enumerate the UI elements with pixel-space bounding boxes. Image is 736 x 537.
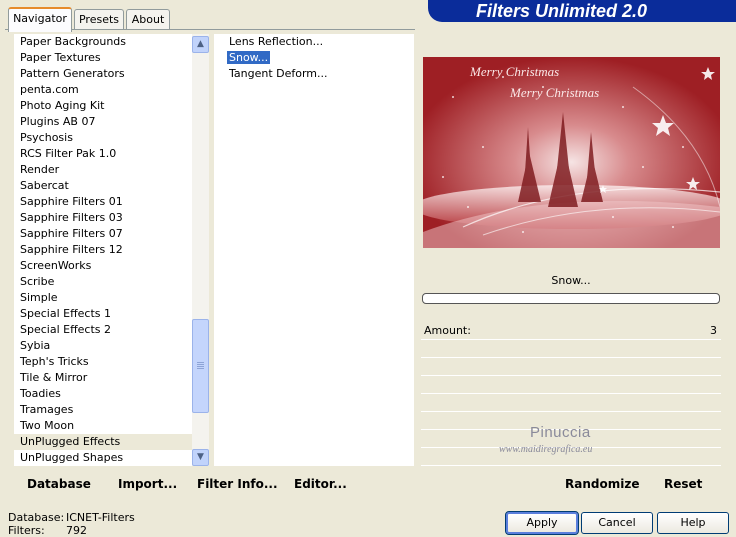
category-item[interactable]: Sybia — [14, 338, 192, 354]
filter-item-label: Lens Reflection... — [229, 35, 324, 48]
category-item[interactable]: ScreenWorks — [14, 258, 192, 274]
category-scrollbar[interactable]: ▲ ▼ — [192, 34, 209, 466]
category-item[interactable]: Two Moon — [14, 418, 192, 434]
randomize-button[interactable]: Randomize — [565, 475, 639, 493]
filter-item[interactable]: Snow... — [214, 50, 414, 66]
tab-navigator[interactable]: Navigator — [8, 7, 72, 32]
preview-text-2: Merry Christmas — [509, 85, 599, 100]
tab-about[interactable]: About — [126, 9, 170, 30]
category-item[interactable]: Paper Backgrounds — [14, 34, 192, 50]
category-item[interactable]: Sapphire Filters 01 — [14, 194, 192, 210]
scroll-thumb[interactable] — [192, 319, 209, 413]
category-item[interactable]: Simple — [14, 290, 192, 306]
category-item[interactable]: Photo Aging Kit — [14, 98, 192, 114]
parameter-row — [421, 376, 721, 394]
preview-text-1: Merry Christmas — [469, 64, 559, 79]
progress-bar — [422, 293, 720, 304]
category-item[interactable]: Tramages — [14, 402, 192, 418]
category-item[interactable]: UnPlugged Effects — [14, 434, 192, 450]
category-item[interactable]: Plugins AB 07 — [14, 114, 192, 130]
import-button[interactable]: Import... — [118, 475, 177, 493]
parameter-row — [421, 340, 721, 358]
status-database-value: ICNET-Filters — [66, 511, 135, 524]
watermark-url: www.maidiregrafica.eu — [499, 444, 593, 455]
category-item[interactable]: Special Effects 1 — [14, 306, 192, 322]
filter-item-label: Snow... — [227, 51, 271, 64]
category-item[interactable]: Sapphire Filters 07 — [14, 226, 192, 242]
scroll-down-icon[interactable]: ▼ — [192, 449, 209, 466]
editor-button[interactable]: Editor... — [294, 475, 347, 493]
help-button[interactable]: Help — [657, 512, 729, 534]
category-item[interactable]: Sapphire Filters 12 — [14, 242, 192, 258]
category-item[interactable]: RCS Filter Pak 1.0 — [14, 146, 192, 162]
category-item[interactable]: Pattern Generators — [14, 66, 192, 82]
tab-presets[interactable]: Presets — [74, 9, 124, 30]
parameter-row[interactable]: Amount: 3 — [421, 322, 721, 340]
category-item[interactable]: Teph's Tricks — [14, 354, 192, 370]
filter-list[interactable]: Lens Reflection... Snow... Tangent Deform.… — [214, 34, 414, 466]
status-filters-value: 792 — [66, 524, 87, 537]
parameter-row — [421, 394, 721, 412]
parameter-label: Amount: — [424, 324, 471, 337]
category-item[interactable]: penta.com — [14, 82, 192, 98]
database-button[interactable]: Database — [27, 475, 91, 493]
scroll-up-icon[interactable]: ▲ — [192, 36, 209, 53]
category-item[interactable]: Sabercat — [14, 178, 192, 194]
filter-item[interactable]: Tangent Deform... — [214, 66, 414, 82]
category-item[interactable]: Tile & Mirror — [14, 370, 192, 386]
category-item[interactable]: Psychosis — [14, 130, 192, 146]
category-item[interactable]: UnPlugged Shapes — [14, 450, 192, 466]
filter-item[interactable]: Lens Reflection... — [214, 34, 414, 50]
filter-item-label: Tangent Deform... — [229, 67, 328, 80]
app-banner-title: Filters Unlimited 2.0 — [428, 0, 736, 22]
status-database-label: Database: — [8, 511, 65, 524]
category-item[interactable]: Special Effects 2 — [14, 322, 192, 338]
cancel-button[interactable]: Cancel — [581, 512, 653, 534]
category-item[interactable]: Toadies — [14, 386, 192, 402]
category-item[interactable]: Paper Textures — [14, 50, 192, 66]
current-filter-name: Snow... — [421, 270, 721, 292]
apply-button[interactable]: Apply — [505, 511, 579, 535]
watermark-name: Pinuccia — [530, 424, 591, 441]
category-item[interactable]: Scribe — [14, 274, 192, 290]
parameter-value: 3 — [710, 324, 717, 337]
reset-button[interactable]: Reset — [664, 475, 702, 493]
category-list[interactable]: Paper Backgrounds Paper Textures Pattern G… — [14, 34, 192, 466]
category-item[interactable]: Sapphire Filters 03 — [14, 210, 192, 226]
status-filters-label: Filters: — [8, 524, 45, 537]
parameter-row — [421, 358, 721, 376]
filter-info-button[interactable]: Filter Info... — [197, 475, 278, 493]
category-item[interactable]: Render — [14, 162, 192, 178]
preview-image: Merry Christmas Merry Christmas — [423, 57, 720, 248]
